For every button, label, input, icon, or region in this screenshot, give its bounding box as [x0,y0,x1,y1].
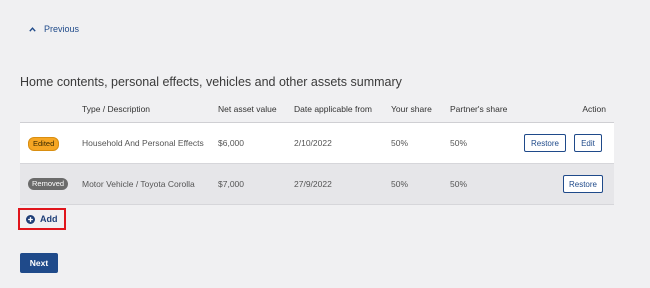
restore-button[interactable]: Restore [563,175,603,193]
cell-net-asset-value: $7,000 [218,179,244,189]
table-row: Edited Household And Personal Effects $6… [20,123,614,164]
header-action: Action [582,104,606,114]
add-button[interactable]: Add [26,214,58,224]
status-badge-removed: Removed [28,178,69,191]
previous-label: Previous [44,24,80,34]
restore-button[interactable]: Restore [524,134,566,152]
table-row: Removed Motor Vehicle / Toyota Corolla $… [20,164,614,205]
header-date-applicable: Date applicable from [294,104,372,114]
cell-date: 27/9/2022 [294,179,332,189]
plus-circle-icon [26,214,35,224]
cell-partners-share: 50% [450,138,468,148]
assets-summary-table: Type / Description Net asset value Date … [20,96,614,205]
add-label: Add [40,214,58,224]
cell-type: Household And Personal Effects [82,138,204,148]
edit-button[interactable]: Edit [574,134,602,152]
cell-date: 2/10/2022 [294,138,332,148]
chevron-up-icon [29,26,36,32]
cell-your-share: 50% [391,179,409,189]
next-button[interactable]: Next [20,253,58,273]
header-partners-share: Partner's share [450,104,508,114]
section-title: Home contents, personal effects, vehicle… [20,75,402,89]
header-net-asset-value: Net asset value [218,104,277,114]
cell-type: Motor Vehicle / Toyota Corolla [82,179,195,189]
header-type: Type / Description [82,104,151,114]
previous-link[interactable]: Previous [29,24,79,34]
add-highlight-box: Add [18,208,66,230]
table-header: Type / Description Net asset value Date … [20,96,614,123]
cell-partners-share: 50% [450,179,468,189]
cell-your-share: 50% [391,138,409,148]
status-badge-edited: Edited [28,137,60,152]
header-your-share: Your share [391,104,432,114]
cell-net-asset-value: $6,000 [218,138,244,148]
